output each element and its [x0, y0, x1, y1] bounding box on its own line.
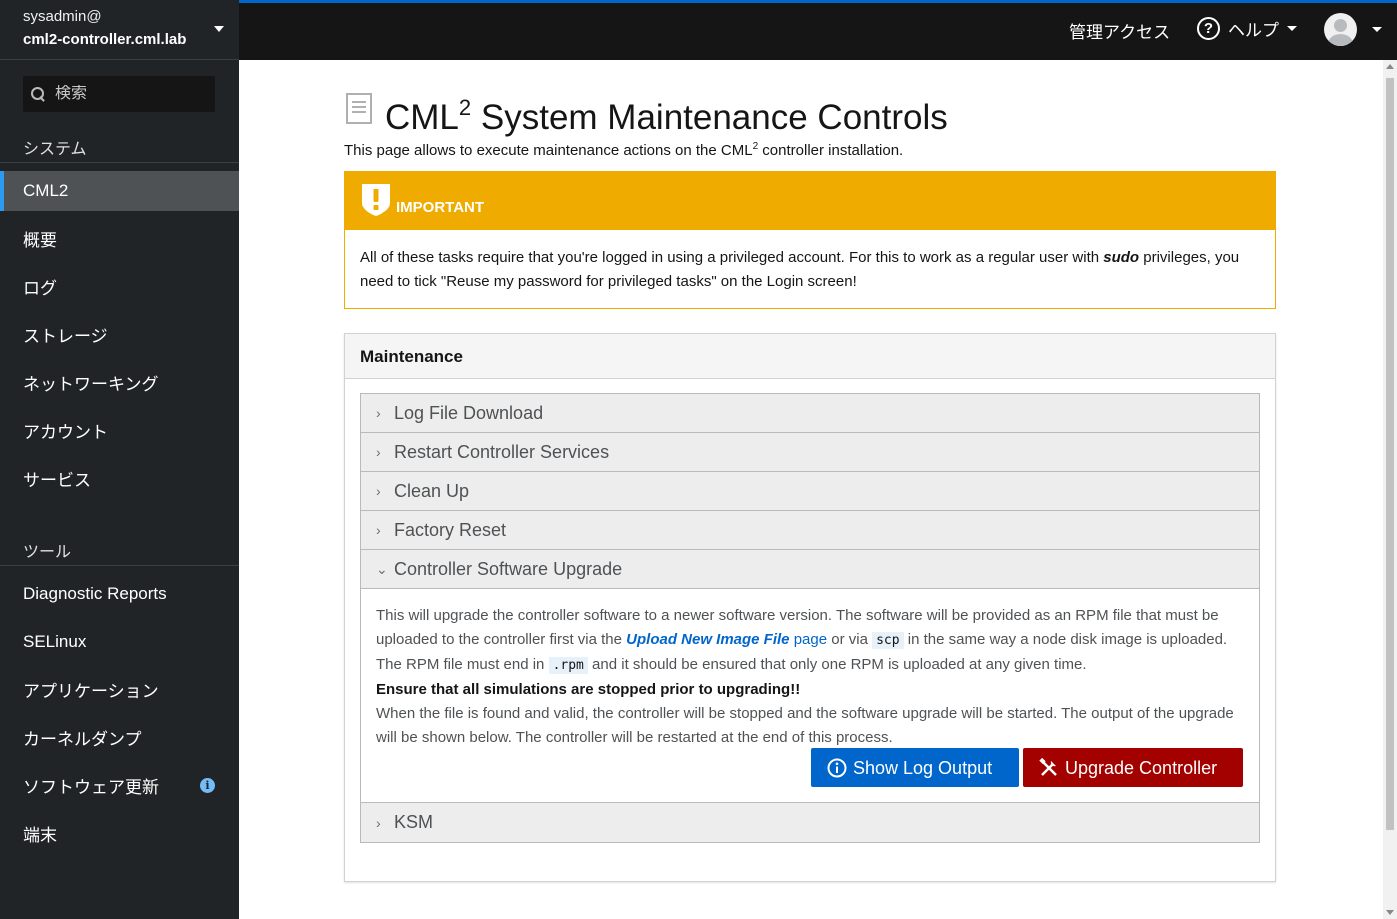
admin-access-button[interactable]: 管理アクセス [1069, 18, 1170, 43]
host-name: cml2-controller.cml.lab [23, 31, 187, 48]
upgrade-note: When the file is found and valid, the co… [376, 705, 1234, 746]
chevron-right-icon: › [376, 483, 381, 499]
important-alert: IMPORTANT All of these tasks require tha… [344, 171, 1276, 309]
maintenance-card: Maintenance › Log File Download › Restart … [344, 333, 1276, 882]
info-circle-icon [827, 758, 847, 777]
upgrade-panel: This will upgrade the controller softwar… [361, 589, 1259, 803]
upload-image-link[interactable]: Upload New Image File [626, 631, 789, 648]
alert-body: All of these tasks require that you're l… [360, 249, 1240, 290]
sidebar-item-label: 概要 [23, 230, 57, 250]
accordion-factory-reset[interactable]: › Factory Reset [361, 511, 1259, 550]
accordion-controller-software-upgrade[interactable]: ⌄ Controller Software Upgrade [361, 550, 1259, 589]
avatar [1324, 13, 1357, 46]
search-input[interactable] [55, 85, 205, 103]
sidebar-item-label: サービス [23, 470, 91, 490]
chevron-down-icon [1287, 26, 1297, 31]
scroll-down-icon[interactable] [1386, 910, 1394, 915]
divider [0, 565, 239, 566]
search-box[interactable] [23, 76, 215, 112]
alert-title: IMPORTANT [396, 199, 485, 216]
alert-header: IMPORTANT [345, 172, 1275, 230]
accordion-log-file-download[interactable]: › Log File Download [361, 394, 1259, 433]
sidebar-item-storage[interactable]: ストレージ [0, 314, 239, 354]
upload-image-page-link[interactable]: page [790, 631, 827, 648]
nav-section-tools: ツール [23, 544, 72, 561]
sidebar-item-label: ネットワーキング [23, 374, 159, 394]
sidebar-item-applications[interactable]: アプリケーション [0, 669, 239, 709]
chevron-right-icon: › [376, 522, 381, 538]
scroll-up-icon[interactable] [1386, 64, 1394, 69]
tools-icon [1039, 757, 1057, 776]
sidebar-item-logs[interactable]: ログ [0, 266, 239, 306]
upgrade-warning: Ensure that all simulations are stopped … [376, 681, 801, 698]
sidebar-item-label: カーネルダンプ [23, 729, 142, 749]
sidebar-item-diagnostic-reports[interactable]: Diagnostic Reports [0, 574, 239, 614]
sidebar-item-kernel-dump[interactable]: カーネルダンプ [0, 717, 239, 757]
scrollbar-thumb[interactable] [1386, 78, 1394, 830]
sidebar-item-label: 端末 [23, 825, 57, 845]
top-bar: 管理アクセス ? ヘルプ [239, 0, 1397, 60]
help-menu[interactable]: ? ヘルプ [1197, 16, 1297, 41]
page-subtitle: This page allows to execute maintenance … [344, 141, 904, 159]
divider [0, 162, 239, 163]
user-menu[interactable] [1324, 13, 1382, 46]
top-accent-line [239, 0, 1397, 3]
sidebar-item-software-updates[interactable]: ソフトウェア更新 i [0, 765, 239, 805]
maintenance-accordion: › Log File Download › Restart Controller S… [360, 393, 1260, 843]
chevron-right-icon: › [376, 814, 381, 831]
scp-code: scp [872, 632, 904, 649]
document-icon [346, 93, 372, 124]
accordion-restart-controller-services[interactable]: › Restart Controller Services [361, 433, 1259, 472]
rpm-code: .rpm [548, 657, 588, 674]
sidebar-item-label: アカウント [23, 422, 108, 442]
scrollbar[interactable] [1383, 60, 1397, 919]
sidebar-item-cml2[interactable]: CML2 [0, 171, 239, 211]
show-log-output-button[interactable]: Show Log Output [811, 748, 1019, 787]
sidebar-item-services[interactable]: サービス [0, 458, 239, 498]
sidebar-item-terminal[interactable]: 端末 [0, 813, 239, 853]
chevron-down-icon: ⌄ [376, 560, 388, 577]
chevron-right-icon: › [376, 405, 381, 421]
help-label: ヘルプ [1228, 21, 1279, 40]
sidebar-item-label: Diagnostic Reports [23, 584, 167, 603]
sidebar-item-overview[interactable]: 概要 [0, 218, 239, 258]
page-title: CML2 System Maintenance Controls [385, 95, 948, 137]
maintenance-header: Maintenance [345, 334, 1275, 379]
sidebar-item-networking[interactable]: ネットワーキング [0, 362, 239, 402]
host-user: sysadmin@ [23, 8, 102, 25]
info-icon: i [200, 778, 215, 793]
shield-exclamation-icon [362, 184, 390, 216]
sidebar-item-label: CML2 [23, 181, 69, 200]
host-selector[interactable]: sysadmin@ cml2-controller.cml.lab [0, 0, 239, 60]
search-icon [31, 87, 45, 101]
sidebar-item-label: ストレージ [23, 326, 108, 346]
nav-section-system: システム [23, 141, 87, 158]
upgrade-description: This will upgrade the controller softwar… [376, 607, 1228, 674]
sidebar-item-selinux[interactable]: SELinux [0, 622, 239, 662]
sidebar-item-label: ソフトウェア更新 [23, 777, 159, 797]
chevron-down-icon[interactable] [214, 26, 224, 32]
accordion-clean-up[interactable]: › Clean Up [361, 472, 1259, 511]
sidebar-item-label: SELinux [23, 632, 87, 651]
sidebar-item-label: アプリケーション [23, 681, 159, 701]
upgrade-controller-button[interactable]: Upgrade Controller [1023, 748, 1243, 787]
accordion-ksm[interactable]: › KSM [361, 803, 1259, 842]
sidebar-item-accounts[interactable]: アカウント [0, 410, 239, 450]
sidebar: sysadmin@ cml2-controller.cml.lab システム C… [0, 0, 239, 919]
chevron-down-icon [1372, 27, 1382, 32]
sidebar-item-label: ログ [23, 278, 57, 298]
help-icon: ? [1197, 17, 1220, 40]
chevron-right-icon: › [376, 444, 381, 460]
